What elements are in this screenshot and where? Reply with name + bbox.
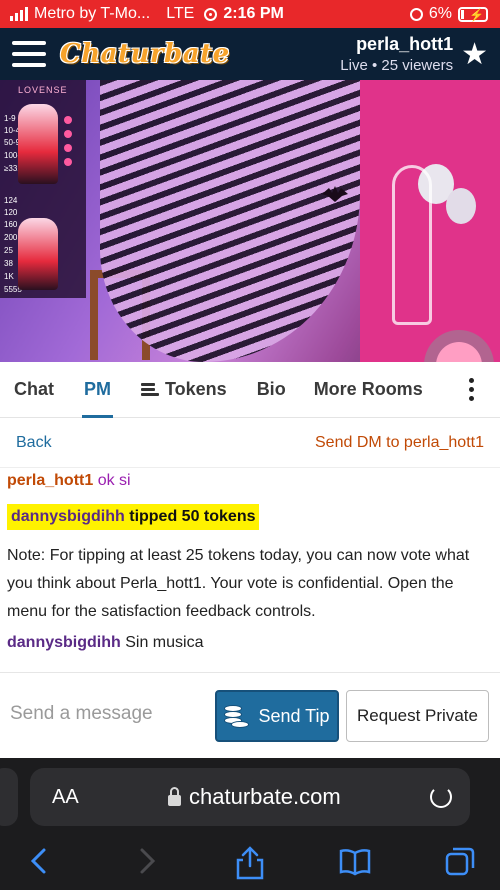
tier-label: 1K: [4, 272, 14, 281]
clock-time: 2:16 PM: [223, 5, 284, 22]
live-viewers: Live • 25 viewers: [340, 57, 454, 74]
bookmarks-icon[interactable]: [338, 846, 372, 876]
tab-tokens-label: Tokens: [165, 379, 227, 399]
tab-pm[interactable]: PM: [82, 362, 113, 418]
message-username[interactable]: perla_hott1: [7, 472, 93, 489]
reload-icon[interactable]: [429, 786, 452, 808]
balloon: [446, 188, 476, 224]
carrier-name: Metro by T-Mo...: [34, 5, 151, 22]
favorite-star-icon[interactable]: ★: [461, 37, 488, 72]
tip-notification: dannysbigdihh tipped 50 tokens: [7, 504, 260, 530]
floating-action-button[interactable]: [424, 330, 494, 362]
request-private-button[interactable]: Request Private: [346, 690, 489, 742]
network-type: LTE: [166, 5, 195, 22]
lovense-tip-menu: LOVENSE 1-9 10-49 50-99 100-330 ≥331 124…: [0, 80, 86, 298]
tab-bio[interactable]: Bio: [257, 362, 286, 418]
app-screen: Metro by T-Mo... LTE 2:16 PM 6% ⚡ Chatur…: [0, 0, 500, 890]
tier-label: 25: [4, 246, 13, 255]
coins-icon: [224, 703, 250, 729]
address-bar[interactable]: AA chaturbate.com: [30, 768, 470, 826]
tab-tokens[interactable]: Tokens: [141, 362, 227, 418]
message-composer: Send Tip Request Private: [0, 672, 500, 758]
url-display[interactable]: chaturbate.com: [168, 784, 341, 810]
tab-more-rooms[interactable]: More Rooms: [314, 362, 423, 418]
tab-chat[interactable]: Chat: [14, 362, 54, 418]
message-text: Sin musica: [125, 634, 204, 651]
share-icon[interactable]: [234, 846, 266, 880]
site-header: Chaturbate perla_hott1 Live • 25 viewers…: [0, 28, 500, 80]
orientation-lock-icon-right: [409, 7, 423, 21]
lock-icon: [168, 786, 182, 806]
previous-tab-preview[interactable]: [0, 768, 18, 826]
system-note: Note: For tipping at least 25 tokens tod…: [7, 547, 470, 620]
lovense-brand: LOVENSE: [18, 85, 68, 95]
broadcaster-username: perla_hott1: [356, 34, 454, 54]
chat-message: perla_hott1 ok si: [7, 472, 493, 490]
message-input[interactable]: [10, 703, 200, 725]
orientation-lock-icon: [204, 7, 218, 21]
mascot-image: [18, 104, 58, 184]
tabs-icon[interactable]: [444, 846, 476, 878]
tier-label: 200: [4, 233, 18, 242]
battery-percent: 6%: [428, 5, 452, 22]
chat-message: dannysbigdihh Sin musica: [7, 634, 493, 652]
message-username[interactable]: dannysbigdihh: [7, 634, 121, 651]
tier-label: 1-9: [4, 114, 16, 123]
clock: 2:16 PM: [204, 5, 284, 23]
hamburger-menu-icon[interactable]: [12, 41, 46, 67]
send-tip-label: Send Tip: [258, 705, 330, 726]
tokens-icon: [141, 382, 159, 398]
forward-arrow-icon[interactable]: [136, 846, 158, 876]
pm-header: Back Send DM to perla_hott1: [0, 418, 500, 468]
tier-label: 38: [4, 259, 13, 268]
back-arrow-icon[interactable]: [28, 846, 50, 876]
message-list: perla_hott1 ok si dannysbigdihh tipped 5…: [0, 468, 500, 670]
signal-icon: [10, 7, 28, 21]
tier-label: 120: [4, 208, 18, 217]
url-text: chaturbate.com: [189, 784, 341, 809]
video-subject: [100, 80, 360, 362]
status-bar: Metro by T-Mo... LTE 2:16 PM 6% ⚡: [0, 0, 500, 28]
mascot-image: [18, 218, 58, 290]
room-tabs: Chat PM Tokens Bio More Rooms: [0, 362, 500, 418]
battery-icon: ⚡: [458, 6, 488, 22]
message-text: ok si: [97, 472, 131, 489]
bat-decoration-icon: [322, 186, 348, 202]
send-tip-button[interactable]: Send Tip: [215, 690, 339, 742]
browser-bar: AA chaturbate.com: [0, 758, 500, 890]
tipper-username[interactable]: dannysbigdihh: [11, 508, 125, 525]
tier-label: 160: [4, 220, 18, 229]
status-right: 6% ⚡: [409, 5, 488, 23]
browser-toolbar: [0, 838, 500, 884]
tip-text: tipped 50 tokens: [129, 508, 256, 525]
broadcaster-info: perla_hott1 Live • 25 viewers: [340, 34, 453, 74]
more-options-icon[interactable]: [469, 378, 474, 401]
back-link[interactable]: Back: [16, 434, 52, 452]
tier-label: 124: [4, 196, 18, 205]
site-logo[interactable]: Chaturbate: [60, 39, 230, 69]
send-dm-link[interactable]: Send DM to perla_hott1: [315, 434, 484, 452]
reader-options-button[interactable]: AA: [52, 786, 79, 809]
skeleton-decoration: [392, 165, 432, 325]
